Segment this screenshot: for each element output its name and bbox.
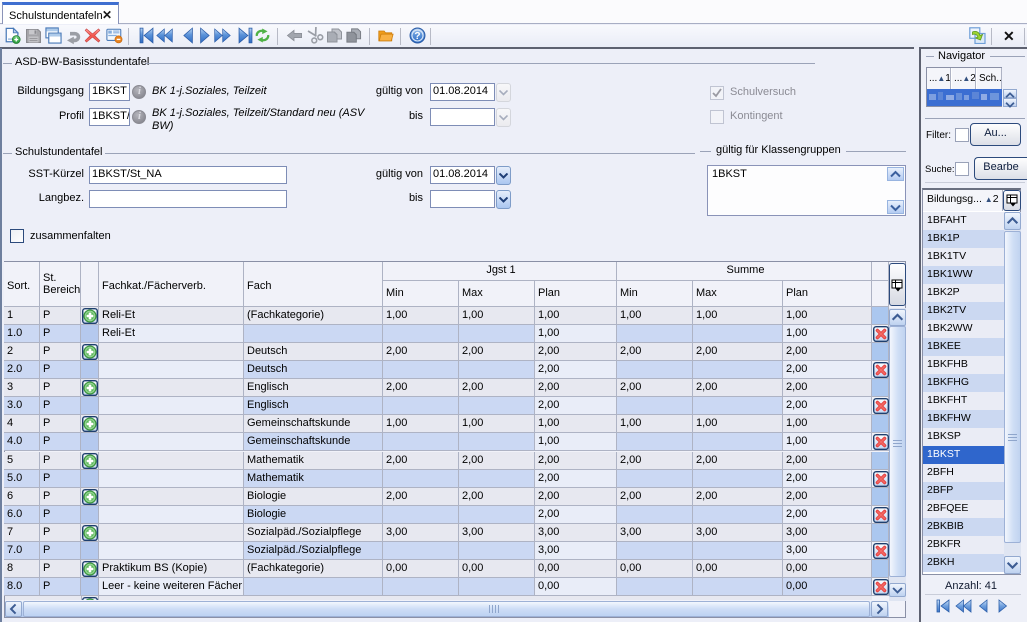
svg-text:?: ? <box>414 31 420 42</box>
